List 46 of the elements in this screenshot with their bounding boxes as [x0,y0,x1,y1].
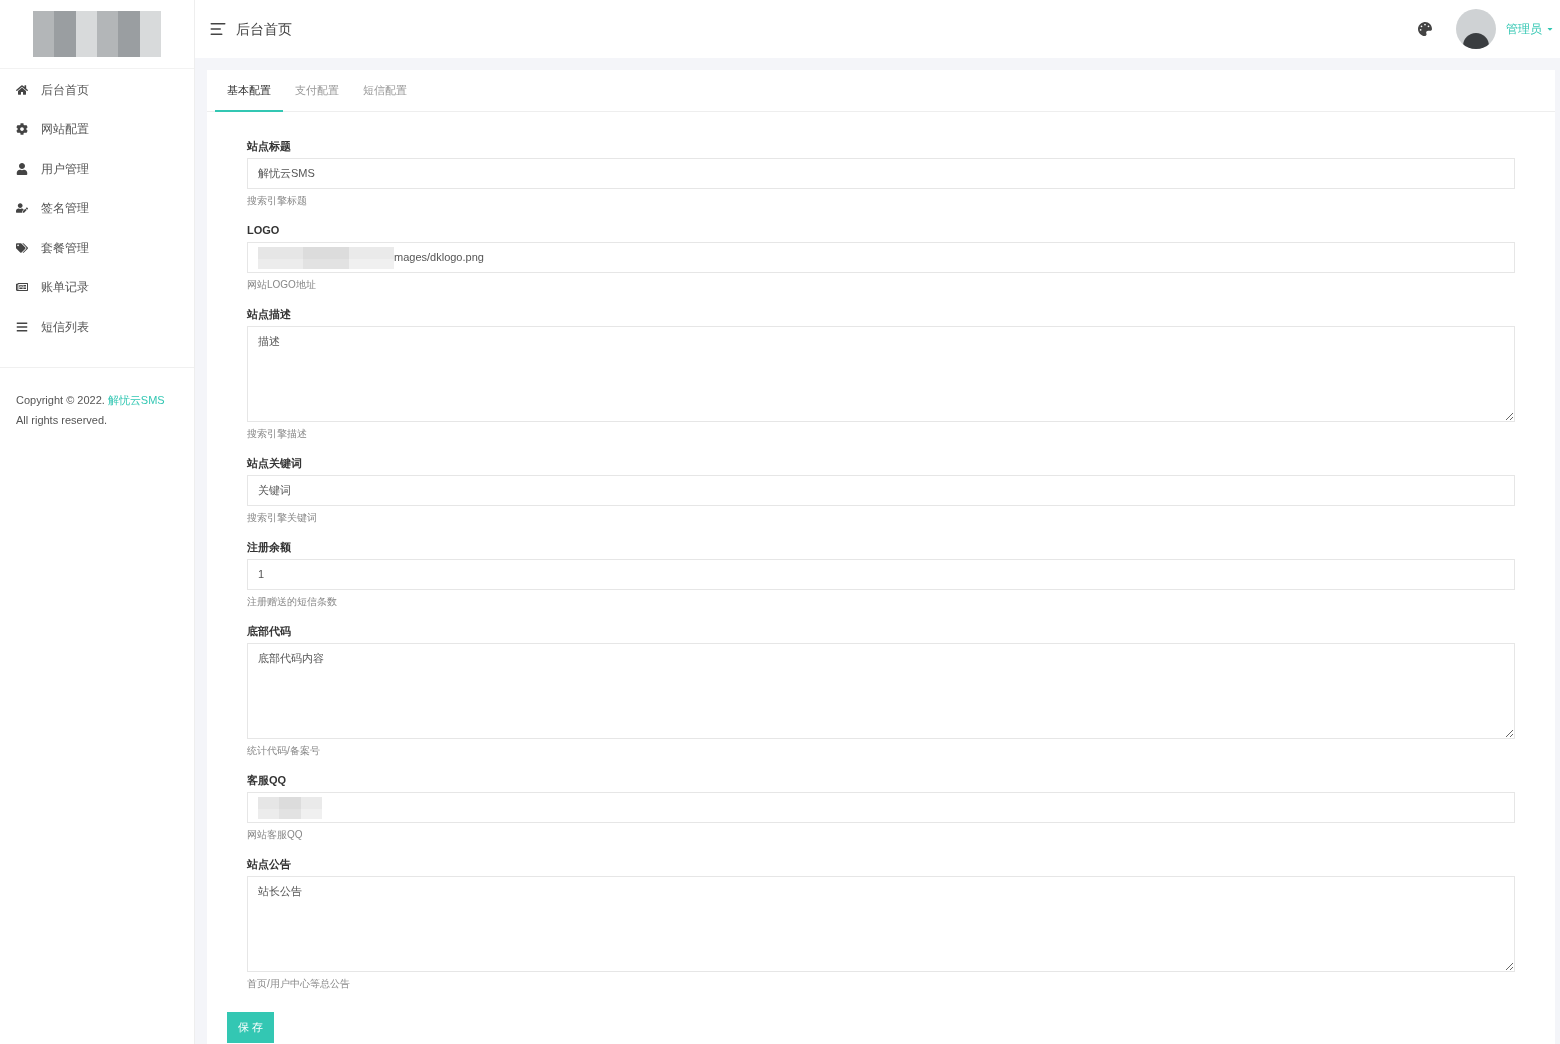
help-text: 搜索引擎描述 [247,427,308,441]
field-label: 站点公告 [247,857,292,872]
list-icon [16,320,28,333]
sidebar-item[interactable]: 用户管理 [0,149,194,189]
text-area[interactable]: 站长公告 [247,876,1515,972]
sidebar-item[interactable]: 账单记录 [0,267,194,307]
input-field[interactable]: 关键词 [247,475,1515,506]
tags-icon [16,241,28,254]
help-text: 网站客服QQ [247,828,304,842]
field-label: 站点标题 [247,139,292,154]
field-label: LOGO [247,223,281,238]
home-icon [16,83,28,96]
rights-text: All rights reserved. [16,412,109,428]
field-label: 站点描述 [247,307,292,322]
field-label: 客服QQ [247,773,288,788]
user-pen-icon [16,202,28,215]
field-label: 站点关键词 [247,456,303,471]
palette-icon[interactable] [1418,22,1432,36]
help-text: 搜索引擎标题 [247,194,308,208]
text-area[interactable]: 描述 [247,326,1515,422]
sidebar-item[interactable]: 网站配置 [0,109,194,149]
input-field[interactable]: 解忧云SMS [247,158,1515,189]
help-text: 首页/用户中心等总公告 [247,977,351,991]
page-title: 后台首页 [236,19,292,39]
copyright-text: Copyright © 2022. [16,392,105,408]
gear-icon [16,123,28,136]
help-text: 搜索引擎关键词 [247,511,318,525]
user-icon [16,162,28,175]
help-text: 统计代码/备案号 [247,744,321,758]
caret-icon [1546,25,1554,33]
help-text: 注册赠送的短信条数 [247,595,338,609]
avatar[interactable] [1456,9,1496,49]
input-field[interactable] [247,792,1515,823]
input-field[interactable]: mages/dklogo.png [247,242,1515,273]
menu-icon[interactable] [209,20,227,38]
help-text: 网站LOGO地址 [247,278,317,292]
sidebar-item[interactable]: 短信列表 [0,307,194,347]
input-field[interactable]: 1 [247,559,1515,590]
field-label: 底部代码 [247,624,292,639]
tab[interactable]: 基本配置 [215,70,283,112]
sidebar-item[interactable]: 签名管理 [0,188,194,228]
sidebar-item[interactable]: 后台首页 [0,70,194,110]
field-label: 注册余额 [247,540,292,555]
text-area[interactable]: 底部代码内容 [247,643,1515,739]
sidebar-item[interactable]: 套餐管理 [0,228,194,268]
newspaper-icon [16,281,28,294]
